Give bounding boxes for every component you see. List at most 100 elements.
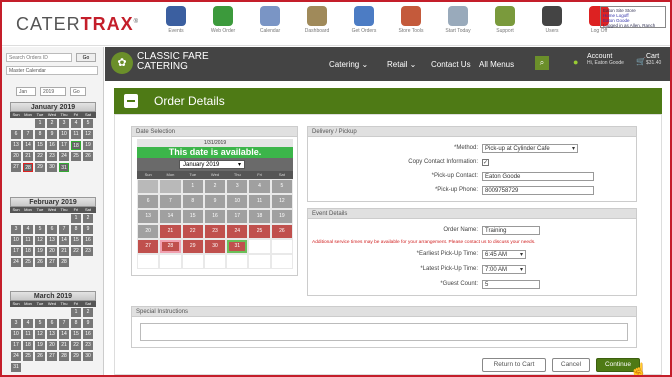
calendar-day[interactable]: 21 bbox=[59, 341, 69, 350]
calendar-day[interactable]: 2 bbox=[83, 308, 93, 317]
calendar-day[interactable]: 9 bbox=[204, 195, 226, 208]
calendar-day[interactable]: 10 bbox=[11, 330, 21, 339]
collapse-icon[interactable] bbox=[124, 94, 138, 108]
calendar-day[interactable]: 28 bbox=[59, 258, 69, 267]
nav-all-menus[interactable]: All Menus bbox=[479, 60, 514, 69]
calendar-day[interactable]: 2 bbox=[204, 180, 226, 193]
calendar-day[interactable]: 25 bbox=[71, 152, 81, 161]
calendar-day[interactable]: 13 bbox=[47, 330, 57, 339]
calendar-day[interactable]: 24 bbox=[227, 225, 248, 238]
calendar-day[interactable]: 23 bbox=[83, 247, 93, 256]
calendar-day[interactable]: 8 bbox=[182, 195, 203, 208]
calendar-day[interactable]: 26 bbox=[83, 152, 93, 161]
calendar-day[interactable]: 19 bbox=[35, 341, 45, 350]
calendar-day[interactable]: 6 bbox=[138, 195, 159, 208]
calendar-day[interactable]: 20 bbox=[47, 247, 57, 256]
cancel-button[interactable]: Cancel bbox=[552, 358, 590, 372]
calendar-day[interactable]: 28 bbox=[59, 352, 69, 361]
calendar-day[interactable]: 25 bbox=[23, 352, 33, 361]
calendar-day[interactable]: 7 bbox=[160, 195, 181, 208]
calendar-day[interactable]: 27 bbox=[11, 163, 21, 172]
catertrax-logo[interactable]: CATERTRAX® bbox=[16, 14, 139, 35]
calendar-day[interactable]: 26 bbox=[35, 258, 45, 267]
earliest-pickup-select[interactable]: 6:45 AM bbox=[482, 250, 526, 259]
calendar-view-select[interactable]: Master Calendar bbox=[6, 66, 98, 75]
calendar-day[interactable]: 28 bbox=[160, 240, 181, 253]
latest-pickup-select[interactable]: 7:00 AM bbox=[482, 265, 526, 274]
calendar-day[interactable]: 1 bbox=[182, 180, 203, 193]
calendar-day[interactable]: 19 bbox=[83, 141, 93, 150]
toolbar-button-8[interactable]: Users bbox=[529, 6, 575, 44]
toolbar-button-4[interactable]: Get Orders bbox=[341, 6, 387, 44]
search-go-button[interactable]: Go bbox=[76, 53, 96, 62]
calendar-day[interactable]: 11 bbox=[23, 330, 33, 339]
calendar-day[interactable]: 3 bbox=[227, 180, 248, 193]
calendar-day[interactable]: 14 bbox=[59, 236, 69, 245]
calendar-day[interactable]: 9 bbox=[47, 130, 57, 139]
calendar-day[interactable]: 4 bbox=[249, 180, 270, 193]
calendar-day[interactable]: 31 bbox=[11, 363, 21, 372]
calendar-day[interactable]: 7 bbox=[23, 130, 33, 139]
copy-contact-checkbox[interactable]: ✓ bbox=[482, 159, 489, 166]
calendar-day[interactable]: 24 bbox=[11, 352, 21, 361]
calendar-day[interactable]: 5 bbox=[35, 225, 45, 234]
calendar-day[interactable]: 11 bbox=[71, 130, 81, 139]
calendar-day[interactable]: 22 bbox=[35, 152, 45, 161]
calendar-day[interactable]: 20 bbox=[11, 152, 21, 161]
calendar-day[interactable]: 1 bbox=[71, 308, 81, 317]
calendar-day[interactable]: 12 bbox=[271, 195, 292, 208]
calendar-day[interactable]: 1 bbox=[71, 214, 81, 223]
toolbar-button-1[interactable]: Web Order bbox=[200, 6, 246, 44]
calendar-day[interactable]: 4 bbox=[71, 119, 81, 128]
year-select[interactable]: 2019 bbox=[40, 87, 66, 96]
calendar-day[interactable]: 14 bbox=[160, 210, 181, 223]
method-select[interactable]: Pick-up at Cylinder Cafe bbox=[482, 144, 578, 153]
calendar-day[interactable]: 4 bbox=[23, 319, 33, 328]
calendar-day[interactable]: 7 bbox=[59, 225, 69, 234]
calendar-day[interactable]: 6 bbox=[47, 225, 57, 234]
calendar-day[interactable]: 10 bbox=[11, 236, 21, 245]
toolbar-button-0[interactable]: Events bbox=[153, 6, 199, 44]
calendar-day[interactable]: 30 bbox=[83, 352, 93, 361]
calendar-day[interactable]: 18 bbox=[249, 210, 270, 223]
pickup-phone-input[interactable]: 8009758729 bbox=[482, 186, 594, 195]
nav-go-button[interactable]: Go bbox=[70, 87, 86, 96]
calendar-day[interactable]: 13 bbox=[138, 210, 159, 223]
calendar-day[interactable]: 19 bbox=[35, 247, 45, 256]
calendar-day[interactable]: 11 bbox=[23, 236, 33, 245]
calendar-day[interactable]: 5 bbox=[83, 119, 93, 128]
calendar-day[interactable]: 18 bbox=[23, 247, 33, 256]
month-select[interactable]: Jan bbox=[16, 87, 36, 96]
calendar-day[interactable]: 23 bbox=[204, 225, 226, 238]
calendar-day[interactable]: 16 bbox=[83, 236, 93, 245]
calendar-day[interactable]: 8 bbox=[71, 225, 81, 234]
calendar-day[interactable]: 12 bbox=[35, 236, 45, 245]
calendar-day[interactable]: 27 bbox=[138, 240, 159, 253]
calendar-day[interactable]: 15 bbox=[35, 141, 45, 150]
order-search-input[interactable]: Search Orders ID bbox=[6, 53, 72, 62]
calendar-day[interactable]: 4 bbox=[23, 225, 33, 234]
calendar-day[interactable]: 17 bbox=[227, 210, 248, 223]
calendar-day[interactable]: 3 bbox=[11, 319, 21, 328]
calendar-day[interactable]: 6 bbox=[11, 130, 21, 139]
calendar-day[interactable]: 5 bbox=[35, 319, 45, 328]
calendar-day[interactable]: 9 bbox=[83, 319, 93, 328]
calendar-day[interactable]: 29 bbox=[35, 163, 45, 172]
calendar-day[interactable]: 3 bbox=[59, 119, 69, 128]
calendar-day[interactable]: 25 bbox=[23, 258, 33, 267]
cart-button[interactable]: 🛒 Cart $31.40 bbox=[636, 53, 670, 75]
calendar-day[interactable]: 26 bbox=[271, 225, 292, 238]
calendar-day[interactable]: 21 bbox=[23, 152, 33, 161]
nav-catering[interactable]: Catering ⌄ bbox=[329, 60, 368, 69]
calendar-day[interactable]: 14 bbox=[23, 141, 33, 150]
calendar-day[interactable]: 27 bbox=[47, 352, 57, 361]
calendar-day[interactable]: 31 bbox=[59, 163, 69, 172]
calendar-day[interactable]: 27 bbox=[47, 258, 57, 267]
calendar-day[interactable]: 16 bbox=[47, 141, 57, 150]
calendar-day[interactable]: 7 bbox=[59, 319, 69, 328]
toolbar-button-2[interactable]: Calendar bbox=[247, 6, 293, 44]
calendar-day[interactable]: 21 bbox=[59, 247, 69, 256]
special-instructions-textarea[interactable] bbox=[140, 323, 628, 341]
calendar-day[interactable]: 23 bbox=[47, 152, 57, 161]
calendar-day[interactable]: 6 bbox=[47, 319, 57, 328]
